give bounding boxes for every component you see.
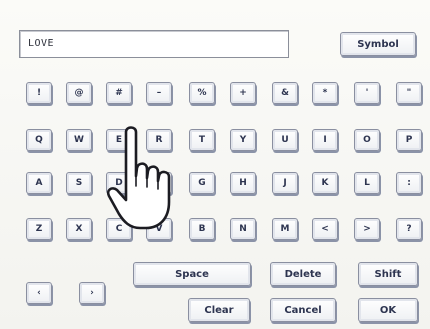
key-1-0[interactable]: Q: [26, 129, 52, 151]
symbol-button[interactable]: Symbol: [340, 32, 416, 56]
key-2-0[interactable]: A: [26, 172, 52, 194]
cancel-button[interactable]: Cancel: [270, 298, 336, 322]
shift-button[interactable]: Shift: [358, 262, 418, 286]
key-3-0[interactable]: Z: [26, 218, 52, 240]
left-arrow-button[interactable]: ‹: [26, 282, 52, 304]
on-screen-keyboard: LOVE Symbol !@#–%+&*'"QWERTYUIOPASDFGHJK…: [0, 0, 430, 329]
text-input[interactable]: LOVE: [19, 30, 289, 58]
delete-button[interactable]: Delete: [270, 262, 336, 286]
key-3-8[interactable]: >: [354, 218, 380, 240]
key-1-8[interactable]: O: [354, 129, 380, 151]
key-1-9[interactable]: P: [396, 129, 422, 151]
space-button[interactable]: Space: [133, 262, 251, 286]
key-3-1[interactable]: X: [66, 218, 92, 240]
key-2-6[interactable]: J: [272, 172, 298, 194]
key-1-5[interactable]: Y: [230, 129, 256, 151]
pointing-hand-icon: [106, 126, 171, 230]
key-0-0[interactable]: !: [26, 82, 52, 104]
key-0-3[interactable]: –: [146, 82, 172, 104]
key-3-5[interactable]: N: [230, 218, 256, 240]
key-0-7[interactable]: *: [312, 82, 338, 104]
key-3-7[interactable]: <: [312, 218, 338, 240]
key-1-6[interactable]: U: [272, 129, 298, 151]
key-2-5[interactable]: H: [230, 172, 256, 194]
clear-button[interactable]: Clear: [188, 298, 250, 322]
key-1-7[interactable]: I: [312, 129, 338, 151]
key-0-4[interactable]: %: [189, 82, 215, 104]
key-0-8[interactable]: ': [354, 82, 380, 104]
key-3-6[interactable]: M: [272, 218, 298, 240]
key-0-6[interactable]: &: [272, 82, 298, 104]
key-2-4[interactable]: G: [189, 172, 215, 194]
key-3-9[interactable]: ?: [396, 218, 422, 240]
key-1-4[interactable]: T: [189, 129, 215, 151]
key-0-1[interactable]: @: [66, 82, 92, 104]
key-3-4[interactable]: B: [189, 218, 215, 240]
key-2-1[interactable]: S: [66, 172, 92, 194]
key-2-7[interactable]: K: [312, 172, 338, 194]
key-2-9[interactable]: :: [396, 172, 422, 194]
ok-button[interactable]: OK: [358, 298, 418, 322]
key-0-9[interactable]: ": [396, 82, 422, 104]
key-2-8[interactable]: L: [354, 172, 380, 194]
key-0-5[interactable]: +: [230, 82, 256, 104]
key-1-1[interactable]: W: [66, 129, 92, 151]
key-0-2[interactable]: #: [106, 82, 132, 104]
right-arrow-button[interactable]: ›: [79, 282, 105, 304]
